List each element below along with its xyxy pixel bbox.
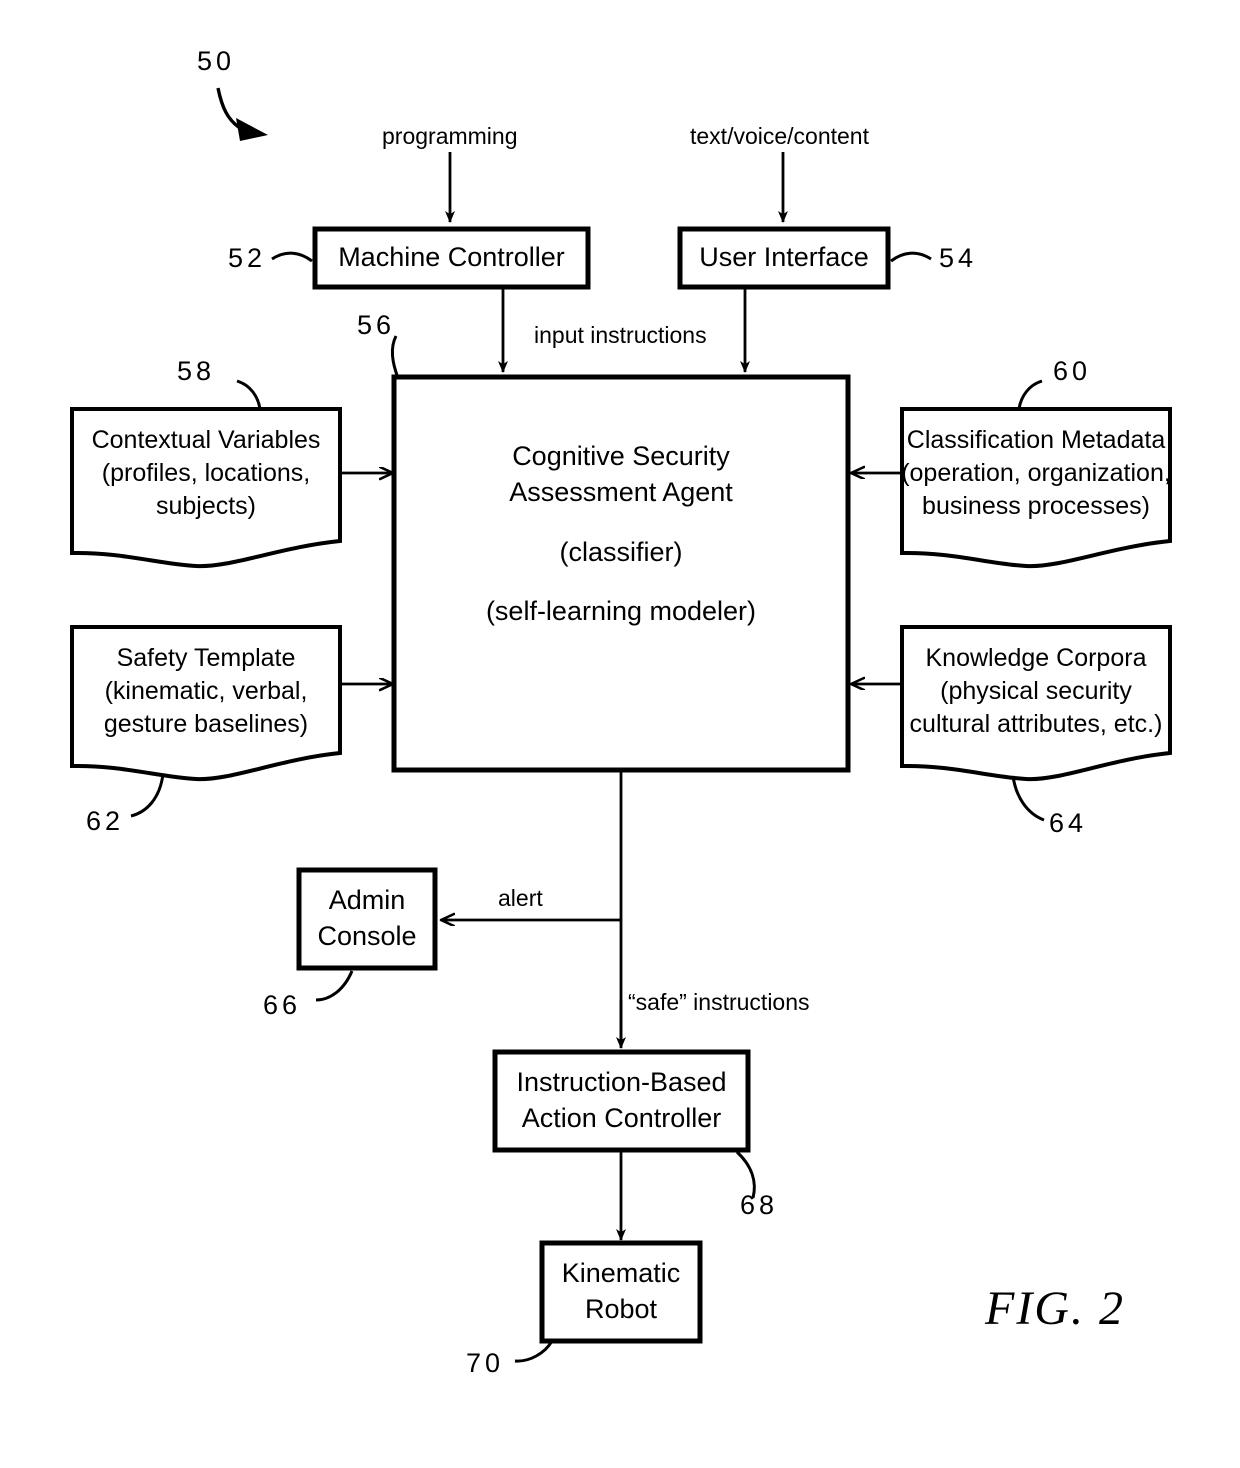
ref-70: 70 [466,1348,505,1378]
ref-60: 60 [1053,356,1092,386]
system-ref-pointer [216,87,268,141]
knowledge-corpora-doc [900,625,1172,782]
classification-metadata-doc [900,407,1172,569]
ref-64: 64 [1049,808,1088,838]
input-label-programming: programming [382,123,518,149]
safety-template-doc [70,625,342,782]
edge-label-safe-instructions: “safe” instructions [628,989,810,1015]
edge-label-input-instructions: input instructions [534,322,707,348]
diagram-vector-layer [70,87,1172,1363]
machine-controller-box [312,226,591,290]
instruction-based-action-controller-box [492,1049,751,1153]
ref-68: 68 [740,1190,779,1220]
edge-label-alert: alert [498,885,543,911]
input-label-text-voice-content: text/voice/content [690,123,869,149]
figure-caption: FIG. 2 [985,1282,1125,1335]
ref-62: 62 [86,806,125,836]
ref-58: 58 [177,356,216,386]
ref-66: 66 [263,990,302,1020]
ref-50: 50 [197,46,236,76]
kinematic-robot-box [539,1240,703,1344]
patent-figure-2: programming text/voice/content 50 52 54 … [0,0,1240,1468]
ref-52: 52 [228,243,267,273]
ref-56: 56 [357,310,396,340]
admin-console-box [296,867,438,971]
user-interface-box [677,226,891,290]
cognitive-security-assessment-agent-box [391,374,851,773]
contextual-variables-doc [70,407,342,569]
ref-54: 54 [939,243,978,273]
